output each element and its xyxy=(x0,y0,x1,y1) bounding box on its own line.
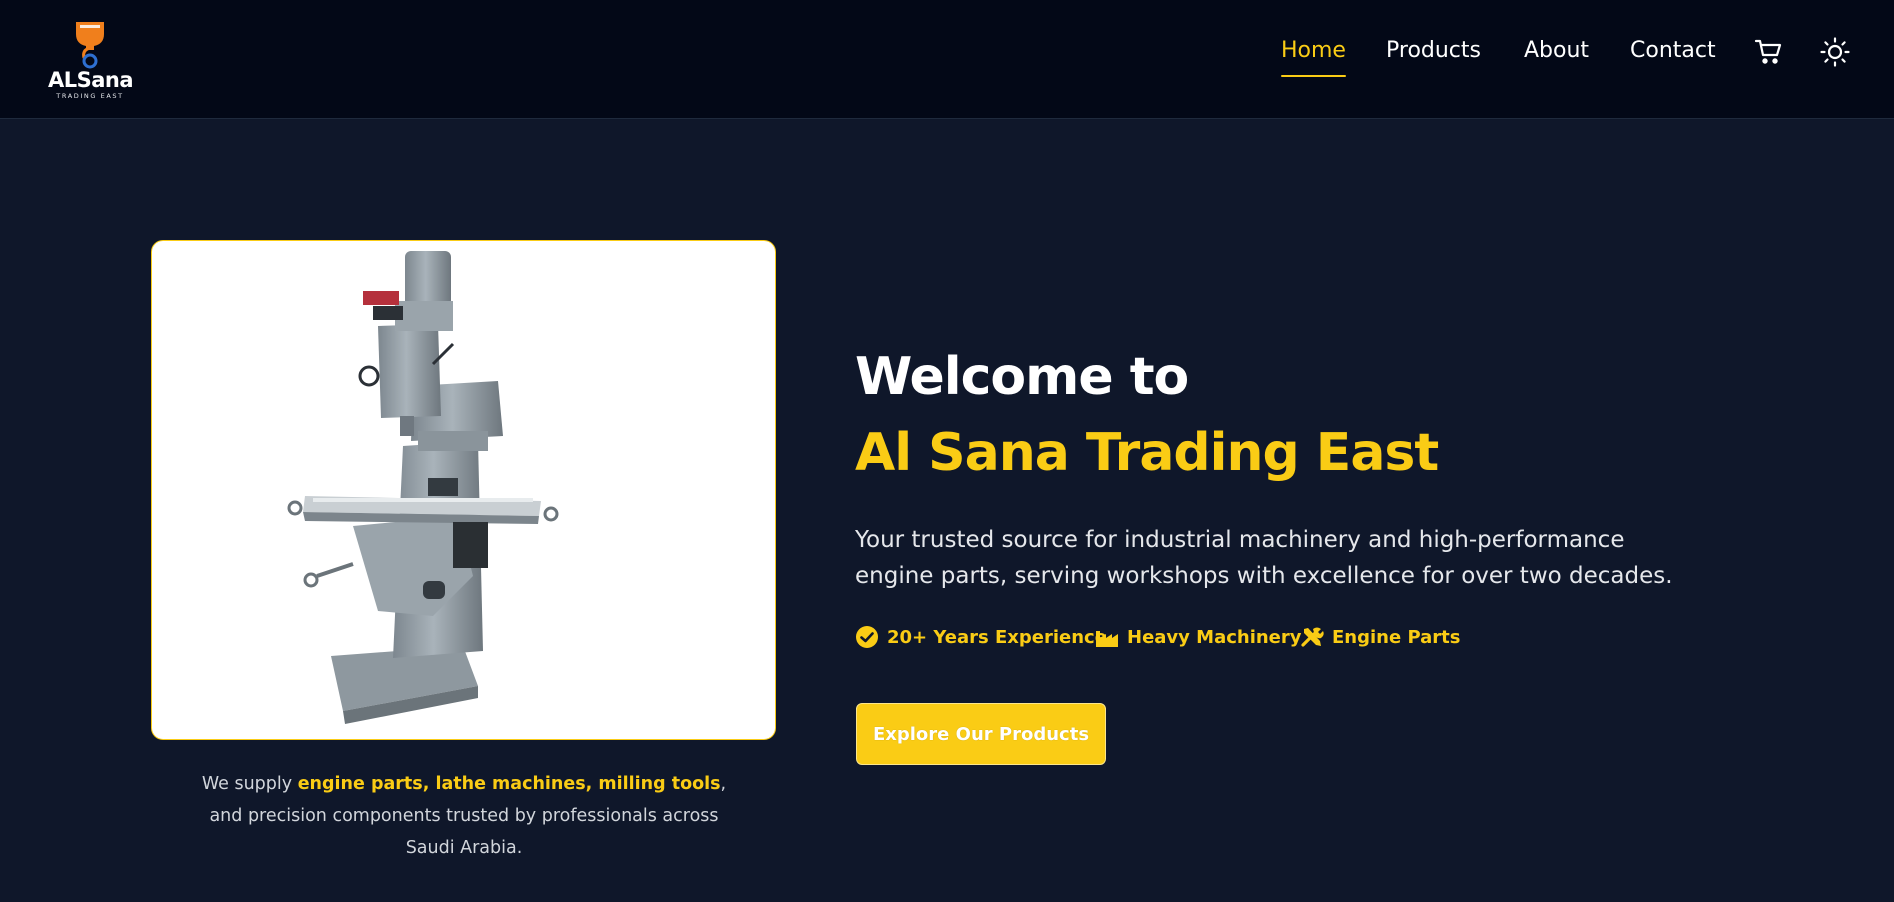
explore-products-button[interactable]: Explore Our Products xyxy=(856,703,1106,765)
logo-name: ALSana xyxy=(48,68,134,92)
feature-label: Engine Parts xyxy=(1332,626,1461,648)
nav-link-contact[interactable]: Contact xyxy=(1630,38,1716,74)
feature-label: Heavy Machinery xyxy=(1127,626,1302,648)
sun-icon xyxy=(1820,37,1850,67)
brand-logo[interactable]: ALSana TRADING EAST xyxy=(48,18,134,102)
hero-description: Your trusted source for industrial machi… xyxy=(855,527,1673,589)
logo-hook-icon xyxy=(76,22,104,69)
factory-icon xyxy=(1096,631,1118,647)
feature-heavy-machinery: Heavy Machinery xyxy=(1095,624,1302,650)
nav-link-home[interactable]: Home xyxy=(1281,38,1346,77)
cart-button[interactable] xyxy=(1753,36,1785,68)
logo-tagline: TRADING EAST xyxy=(56,92,124,100)
feature-experience: 20+ Years Experience xyxy=(855,624,1107,650)
caption-highlight: engine parts, lathe machines, milling to… xyxy=(297,774,721,794)
hero-welcome-heading: Welcome to xyxy=(855,347,1189,407)
feature-engine-parts: Engine Parts xyxy=(1300,624,1461,650)
nav-link-products[interactable]: Products xyxy=(1386,38,1481,74)
cart-icon xyxy=(1754,39,1782,64)
caption-prefix: We supply xyxy=(201,774,298,794)
hero-image-card xyxy=(151,240,776,740)
check-circle-icon xyxy=(856,626,878,648)
feature-label: 20+ Years Experience xyxy=(887,626,1107,648)
tools-icon xyxy=(1301,627,1324,647)
theme-toggle-button[interactable] xyxy=(1819,36,1851,68)
top-navigation-bar: ALSana TRADING EAST Home Products About … xyxy=(0,0,1894,119)
nav-link-about[interactable]: About xyxy=(1524,38,1589,74)
milling-machine-image xyxy=(287,251,559,724)
hero-caption: We supply engine parts, lathe machines, … xyxy=(190,768,738,864)
hero-brand-heading: Al Sana Trading East xyxy=(855,423,1439,483)
